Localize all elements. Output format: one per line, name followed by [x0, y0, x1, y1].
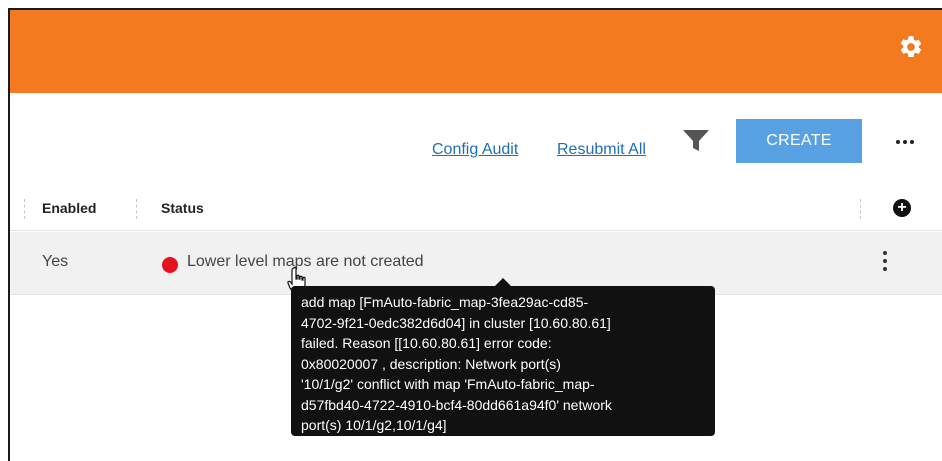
tooltip-line: failed. Reason [[10.60.80.61] error code… — [301, 335, 552, 351]
enabled-cell: Yes — [42, 253, 69, 270]
top-bar — [10, 10, 942, 93]
column-header-status[interactable]: Status — [161, 200, 204, 216]
tooltip-line: 4702-9f21-0edc382d6d04] in cluster [10.6… — [301, 314, 611, 331]
resubmit-all-link[interactable]: Resubmit All — [557, 141, 646, 159]
table-header: Enabled Status + — [10, 188, 942, 231]
tooltip-line: d57fbd40-4722-4910-bcf4-80dd661a94f0' ne… — [301, 396, 612, 413]
more-vertical-icon[interactable] — [882, 251, 888, 275]
filter-icon[interactable] — [682, 129, 710, 153]
column-divider[interactable] — [136, 199, 137, 219]
create-button[interactable]: CREATE — [736, 119, 862, 163]
column-divider[interactable] — [24, 199, 25, 219]
tooltip-line: '10/1/g2' conflict with map 'FmAuto-fabr… — [301, 376, 595, 392]
column-header-enabled[interactable]: Enabled — [42, 200, 96, 216]
tooltip-line: add map [FmAuto-fabric_map-3fea29ac-cd85… — [301, 294, 589, 310]
column-divider[interactable] — [860, 199, 861, 219]
tooltip-line: port(s) 10/1/g2,10/1/g4] — [301, 417, 447, 433]
status-error-icon — [162, 257, 178, 273]
more-horizontal-icon[interactable] — [896, 131, 922, 144]
error-tooltip: add map [FmAuto-fabric_map-3fea29ac-cd85… — [291, 286, 715, 436]
toolbar: Config Audit Resubmit All CREATE — [10, 93, 942, 188]
config-audit-link[interactable]: Config Audit — [432, 141, 518, 159]
gear-icon[interactable] — [898, 34, 924, 60]
add-circle-icon[interactable]: + — [893, 199, 911, 217]
app-frame: Config Audit Resubmit All CREATE Enabled… — [8, 8, 942, 461]
tooltip-arrow — [495, 278, 511, 286]
tooltip-line: 0x80020007 , description: Network port(s… — [301, 355, 561, 372]
